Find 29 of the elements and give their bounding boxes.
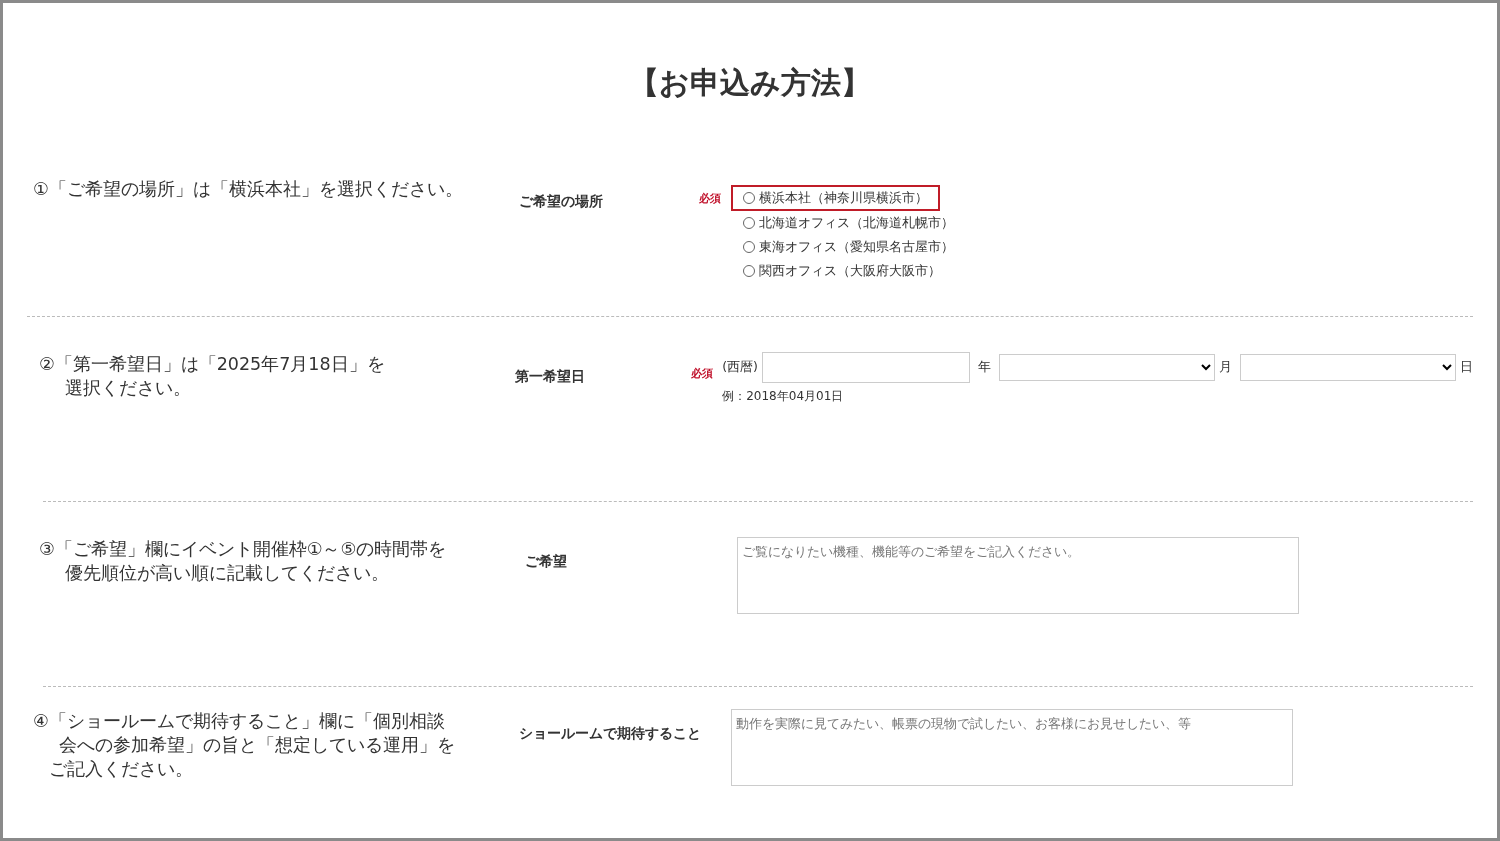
month-select[interactable] bbox=[999, 354, 1215, 381]
instruction-text: ④「ショールームで期待すること」欄に「個別相談 bbox=[33, 710, 446, 733]
instruction-text: ②「第一希望日」は「2025年7月18日」を bbox=[39, 353, 386, 376]
era-label: (西暦) bbox=[722, 358, 758, 377]
instruction-text: ①「ご希望の場所」は「横浜本社」を選択ください。 bbox=[33, 178, 464, 201]
highlighted-radio-option[interactable]: 横浜本社（神奈川県横浜市） bbox=[731, 185, 940, 211]
instruction-text: 選択ください。 bbox=[64, 377, 192, 400]
instruction-text: ③「ご希望」欄にイベント開催枠①～⑤の時間帯を bbox=[39, 538, 448, 561]
required-mark: 必須 bbox=[690, 367, 713, 380]
page-title: 【お申込み方法】 bbox=[628, 64, 872, 101]
hint-text: 例：2018年04月01日 bbox=[722, 388, 845, 405]
text-area[interactable]: ご覧になりたい機種、機能等のご希望をご記入ください。 bbox=[737, 537, 1299, 614]
day-unit: 日 bbox=[1460, 358, 1473, 377]
radio-option[interactable]: 北海道オフィス（北海道札幌市） bbox=[731, 211, 966, 235]
field-label: ご希望 bbox=[525, 552, 567, 570]
field-label: ご希望の場所 bbox=[519, 192, 603, 210]
text-area[interactable]: 動作を実際に見てみたい、帳票の現物で試したい、お客様にお見せしたい、等 bbox=[731, 709, 1293, 786]
year-unit: 年 bbox=[978, 358, 991, 377]
day-select[interactable] bbox=[1240, 354, 1456, 381]
instruction-text: 会への参加希望」の旨と「想定している運用」を bbox=[58, 734, 456, 757]
month-unit: 月 bbox=[1219, 358, 1232, 377]
field-label: ショールームで期待すること bbox=[519, 724, 701, 742]
instruction-text: 優先順位が高い順に記載してください。 bbox=[64, 562, 390, 585]
field-label: 第一希望日 bbox=[514, 367, 585, 385]
required-mark: 必須 bbox=[699, 192, 721, 205]
radio-option[interactable]: 東海オフィス（愛知県名古屋市） bbox=[731, 235, 966, 259]
year-input[interactable] bbox=[762, 352, 970, 383]
radio-option[interactable]: 関西オフィス（大阪府大阪市） bbox=[731, 259, 953, 283]
instruction-text: ご記入ください。 bbox=[48, 758, 194, 781]
